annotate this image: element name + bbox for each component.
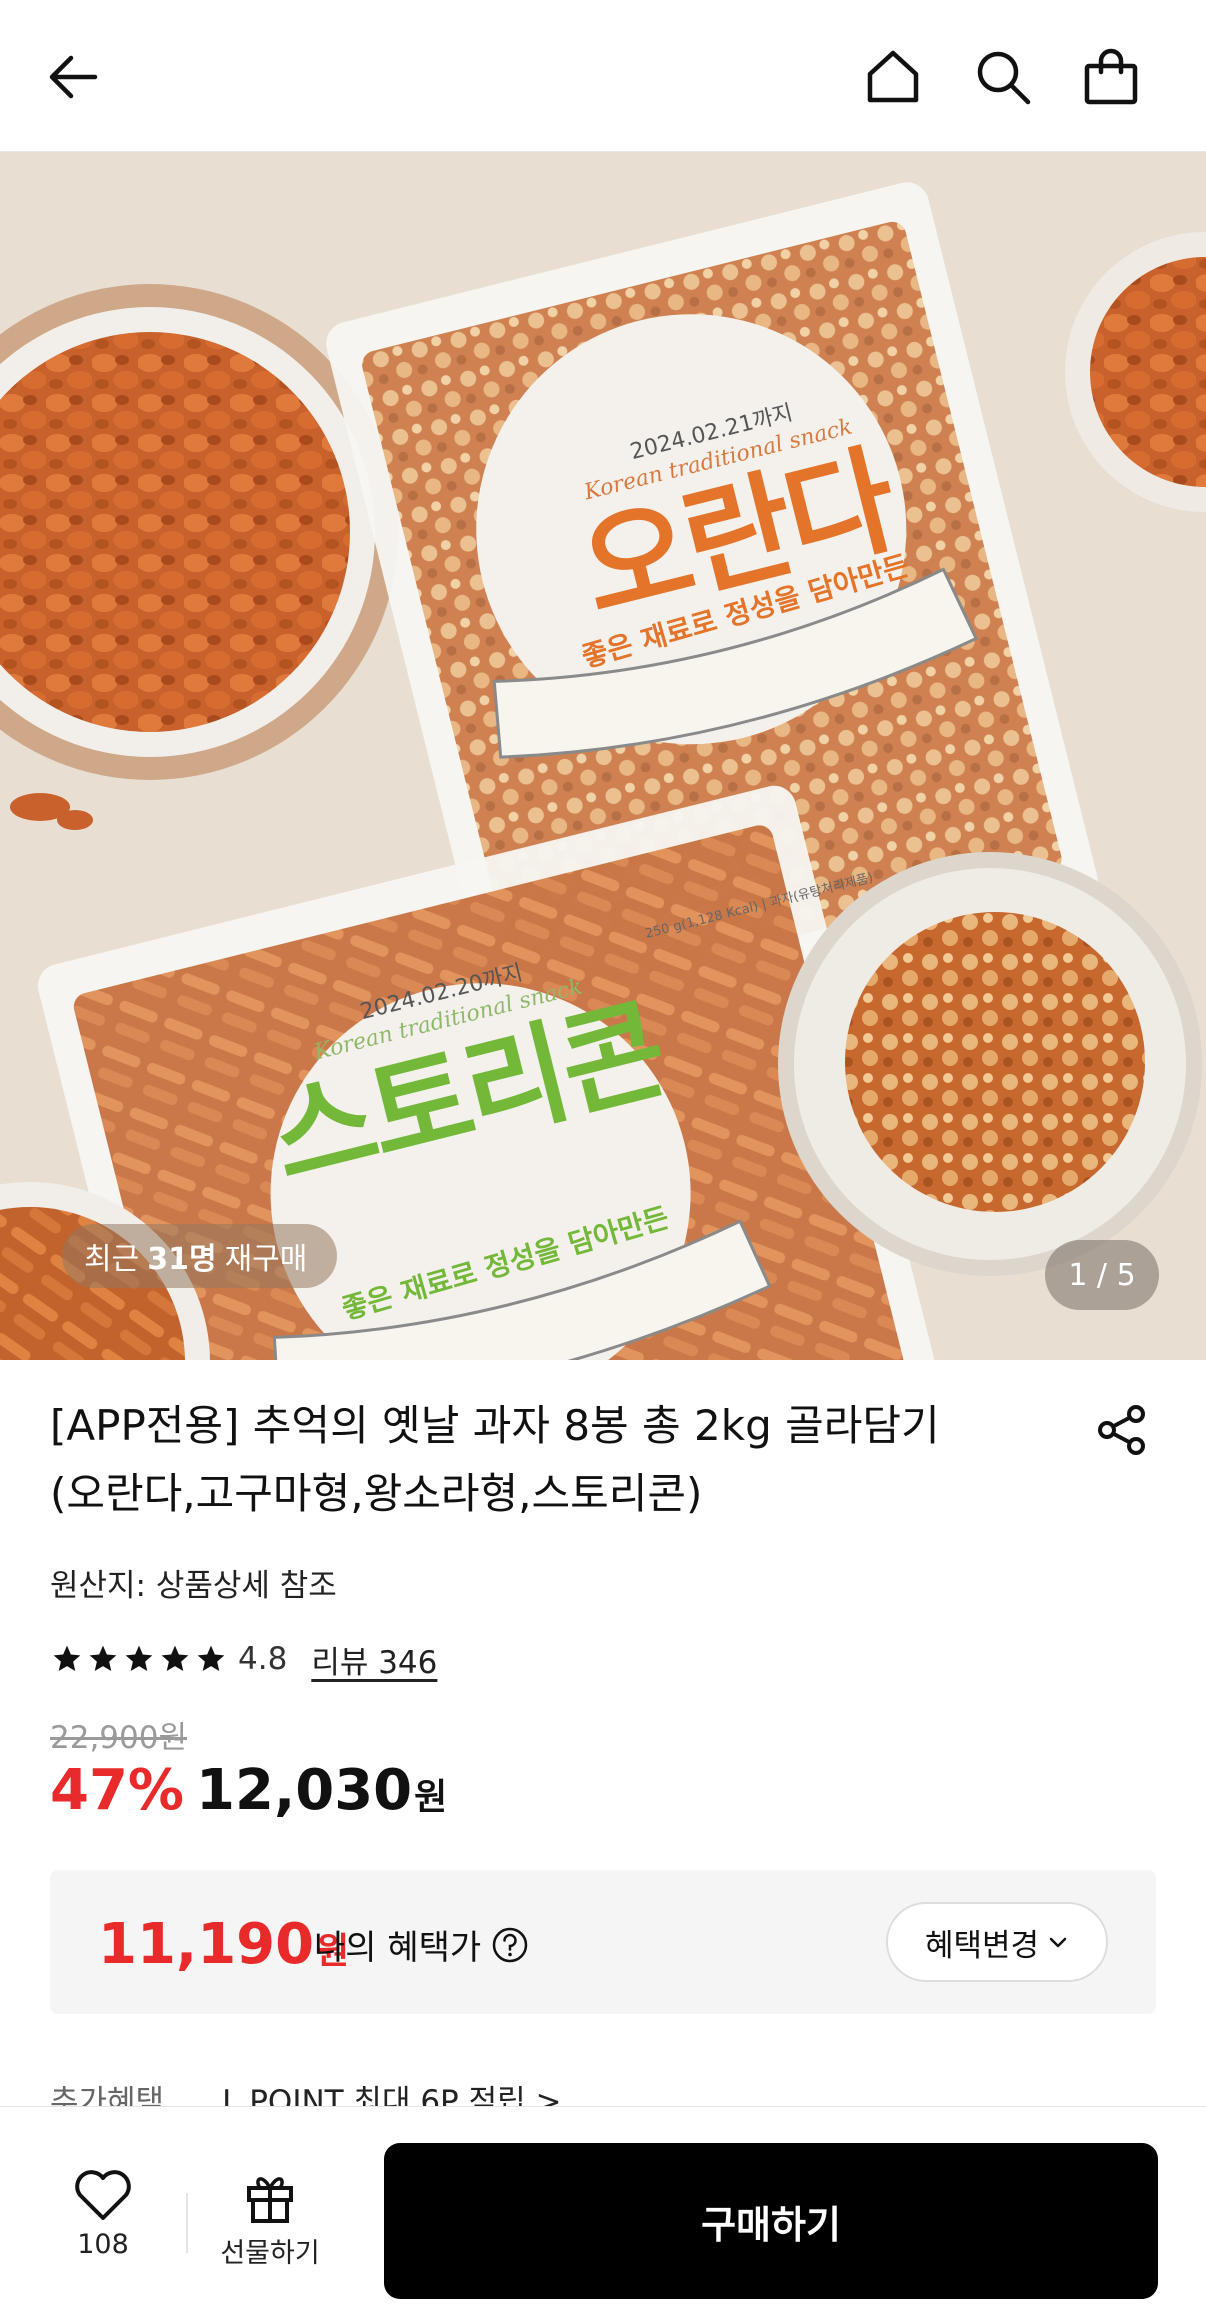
- product-title-line1: [APP전용] 추억의 옛날 과자 8봉 총 2kg 골라담기: [50, 1401, 940, 1450]
- share-button[interactable]: [1092, 1400, 1152, 1460]
- original-price: 22,900원: [50, 1720, 187, 1756]
- origin-info: 원산지: 상품상세 참조: [50, 1568, 337, 1604]
- cart-button[interactable]: [1076, 42, 1146, 112]
- product-title: [APP전용] 추억의 옛날 과자 8봉 총 2kg 골라담기 (오란다,고구마…: [50, 1392, 1050, 1528]
- home-icon: [867, 50, 919, 103]
- star-icon: [86, 1642, 120, 1676]
- review-link[interactable]: 리뷰 346: [311, 1637, 437, 1682]
- rebuy-prefix: 최근: [84, 1242, 140, 1277]
- rebuy-count: 31명: [147, 1242, 217, 1277]
- arrow-left-icon: [49, 55, 98, 99]
- rating-row: 4.8 리뷰 346: [50, 1636, 437, 1682]
- product-title-line2: (오란다,고구마형,왕소라형,스토리콘): [50, 1469, 703, 1518]
- search-icon: [977, 51, 1031, 105]
- divider: [186, 2193, 188, 2253]
- rebuy-suffix: 재구매: [224, 1242, 308, 1277]
- star-icon: [194, 1642, 228, 1676]
- help-icon[interactable]: [491, 1926, 529, 1964]
- image-page-indicator: 1 / 5: [1045, 1240, 1159, 1310]
- benefit-change-label: 혜택변경: [924, 1927, 1040, 1964]
- star-icon: [50, 1642, 84, 1676]
- like-button[interactable]: 108: [60, 2167, 146, 2273]
- chevron-down-icon: [1049, 1937, 1067, 1948]
- rating-value: 4.8: [238, 1641, 288, 1677]
- benefit-change-button[interactable]: 혜택변경: [886, 1902, 1108, 1982]
- search-button[interactable]: [968, 42, 1038, 112]
- benefit-label-text: 나의 혜택가: [314, 1928, 482, 1968]
- gift-label: 선물하기: [220, 2238, 320, 2269]
- top-header: [0, 0, 1206, 152]
- back-button[interactable]: [38, 42, 108, 112]
- bottom-action-bar: 108 선물하기 구매하기: [0, 2106, 1206, 2305]
- shopping-bag-icon: [1084, 48, 1138, 105]
- rating-stars: [50, 1642, 228, 1676]
- sale-price-unit: 원: [414, 1777, 448, 1818]
- product-photo: [0, 152, 1206, 1360]
- heart-icon: [75, 2170, 131, 2220]
- gift-button[interactable]: 선물하기: [210, 2169, 330, 2273]
- like-count: 108: [77, 2229, 129, 2260]
- rebuy-badge: 최근 31명 재구매: [62, 1224, 338, 1288]
- benefit-box: 11,190 원 나의 혜택가 혜택변경: [50, 1870, 1156, 2014]
- buy-button[interactable]: 구매하기: [384, 2143, 1158, 2299]
- benefit-price-value: 11,190: [98, 1912, 315, 1977]
- star-icon: [158, 1642, 192, 1676]
- benefit-price: 11,190 원: [98, 1912, 349, 1977]
- sale-price: 12,030: [196, 1758, 413, 1823]
- gift-icon: [247, 2177, 293, 2223]
- star-icon: [122, 1642, 156, 1676]
- discount-rate: 47%: [50, 1758, 185, 1823]
- price-row: 47% 12,030 원: [50, 1758, 447, 1828]
- product-image-carousel[interactable]: 2024.02.21까지 Korean traditional snack 오란…: [0, 152, 1206, 1360]
- benefit-label: 나의 혜택가: [314, 1920, 529, 1969]
- share-icon: [1098, 1405, 1145, 1455]
- home-button[interactable]: [858, 42, 928, 112]
